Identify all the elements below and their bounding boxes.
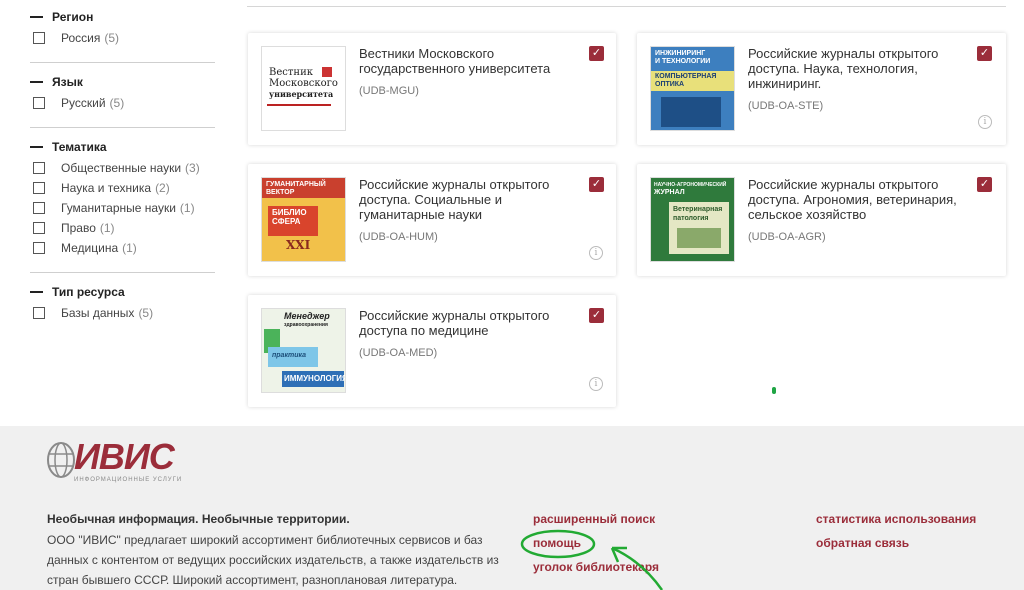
cover-stripe	[267, 104, 331, 106]
facet-subject: Тематика Общественные науки (3) Наука и т…	[30, 140, 215, 273]
cover-image[interactable]: НАУЧНО-АГРОНОМИЧЕСКИЙ ЖУРНАЛ Ветеринарна…	[650, 177, 735, 262]
cover-image[interactable]: Менеджер здравоохранения практика ИММУНО…	[261, 308, 346, 393]
facet-header[interactable]: Тематика	[30, 140, 215, 154]
ivis-logo[interactable]: ИВИС ИНФОРМАЦИОННЫЕ УСЛУГИ	[46, 436, 206, 484]
librarian-corner-link[interactable]: уголок библиотекаря	[533, 560, 659, 574]
checkmark-icon[interactable]: ✓	[977, 46, 992, 61]
footer: ИВИС ИНФОРМАЦИОННЫЕ УСЛУГИ Необычная инф…	[0, 426, 1024, 590]
checkmark-icon[interactable]: ✓	[589, 308, 604, 323]
database-card[interactable]: НАУЧНО-АГРОНОМИЧЕСКИЙ ЖУРНАЛ Ветеринарна…	[637, 164, 1006, 276]
checkbox[interactable]	[33, 242, 45, 254]
checkbox[interactable]	[33, 202, 45, 214]
facet-language: Язык Русский (5)	[30, 75, 215, 128]
card-code: (UDB-OA-HUM)	[359, 231, 438, 243]
checkbox[interactable]	[33, 182, 45, 194]
footer-heading: Необычная информация. Необычные территор…	[47, 512, 350, 526]
card-title[interactable]: Российские журналы открытого доступа по …	[359, 308, 574, 338]
info-icon[interactable]: i	[589, 377, 603, 391]
globe-icon	[47, 442, 75, 478]
advanced-search-link[interactable]: расширенный поиск	[533, 512, 655, 526]
top-divider	[247, 6, 1006, 7]
checkbox[interactable]	[33, 97, 45, 109]
checkbox[interactable]	[33, 307, 45, 319]
database-card[interactable]: Менеджер здравоохранения практика ИММУНО…	[248, 295, 616, 407]
checkmark-icon[interactable]: ✓	[977, 177, 992, 192]
checkbox[interactable]	[33, 222, 45, 234]
facet-header[interactable]: Регион	[30, 10, 215, 24]
filter-sidebar: Регион Россия (5) Язык Русский (5) Тематик…	[30, 10, 215, 349]
facet-header[interactable]: Тип ресурса	[30, 285, 215, 299]
filter-option[interactable]: Общественные науки (3)	[30, 158, 215, 178]
checkbox[interactable]	[33, 32, 45, 44]
card-title[interactable]: Российские журналы открытого доступа. Аг…	[748, 177, 963, 222]
card-code: (UDB-OA-AGR)	[748, 231, 826, 243]
checkmark-icon[interactable]: ✓	[589, 46, 604, 61]
facet-region: Регион Россия (5)	[30, 10, 215, 63]
database-card[interactable]: Вестник Московского университета Вестник…	[248, 33, 616, 145]
filter-option[interactable]: Россия (5)	[30, 28, 215, 48]
collapse-icon	[30, 291, 43, 293]
loading-indicator	[772, 387, 776, 394]
info-icon[interactable]: i	[589, 246, 603, 260]
card-code: (UDB-MGU)	[359, 85, 419, 97]
database-card[interactable]: ГУМАНИТАРНЫЙ ВЕКТОР БИБЛИО СФЕРА XXI Рос…	[248, 164, 616, 276]
usage-statistics-link[interactable]: статистика использования	[816, 512, 976, 526]
cover-image[interactable]: ГУМАНИТАРНЫЙ ВЕКТОР БИБЛИО СФЕРА XXI	[261, 177, 346, 262]
database-card[interactable]: ИНЖИНИРИНГ И ТЕХНОЛОГИИ КОМПЬЮТЕРНАЯ ОПТ…	[637, 33, 1006, 145]
filter-option[interactable]: Базы данных (5)	[30, 303, 215, 323]
card-code: (UDB-OA-MED)	[359, 347, 438, 359]
cover-image[interactable]: ИНЖИНИРИНГ И ТЕХНОЛОГИИ КОМПЬЮТЕРНАЯ ОПТ…	[650, 46, 735, 131]
collapse-icon	[30, 81, 43, 83]
facet-resource-type: Тип ресурса Базы данных (5)	[30, 285, 215, 337]
cover-image[interactable]: Вестник Московского университета	[261, 46, 346, 131]
checkmark-icon[interactable]: ✓	[589, 177, 604, 192]
filter-option[interactable]: Медицина (1)	[30, 238, 215, 258]
card-title[interactable]: Вестники Московского государственного ун…	[359, 46, 574, 76]
help-link[interactable]: помощь	[533, 536, 581, 550]
filter-option[interactable]: Гуманитарные науки (1)	[30, 198, 215, 218]
collapse-icon	[30, 16, 43, 18]
collapse-icon	[30, 146, 43, 148]
cover-band	[677, 228, 721, 248]
filter-option[interactable]: Наука и техника (2)	[30, 178, 215, 198]
feedback-link[interactable]: обратная связь	[816, 536, 909, 550]
card-title[interactable]: Российские журналы открытого доступа. На…	[748, 46, 963, 91]
footer-description: ООО "ИВИС" предлагает широкий ассортимен…	[47, 533, 499, 587]
info-icon[interactable]: i	[978, 115, 992, 129]
checkbox[interactable]	[33, 162, 45, 174]
facet-header[interactable]: Язык	[30, 75, 215, 89]
cover-band	[661, 97, 721, 127]
card-title[interactable]: Российские журналы открытого доступа. Со…	[359, 177, 574, 222]
emblem-icon	[322, 67, 332, 77]
filter-option[interactable]: Право (1)	[30, 218, 215, 238]
filter-option[interactable]: Русский (5)	[30, 93, 215, 113]
card-code: (UDB-OA-STE)	[748, 100, 824, 112]
